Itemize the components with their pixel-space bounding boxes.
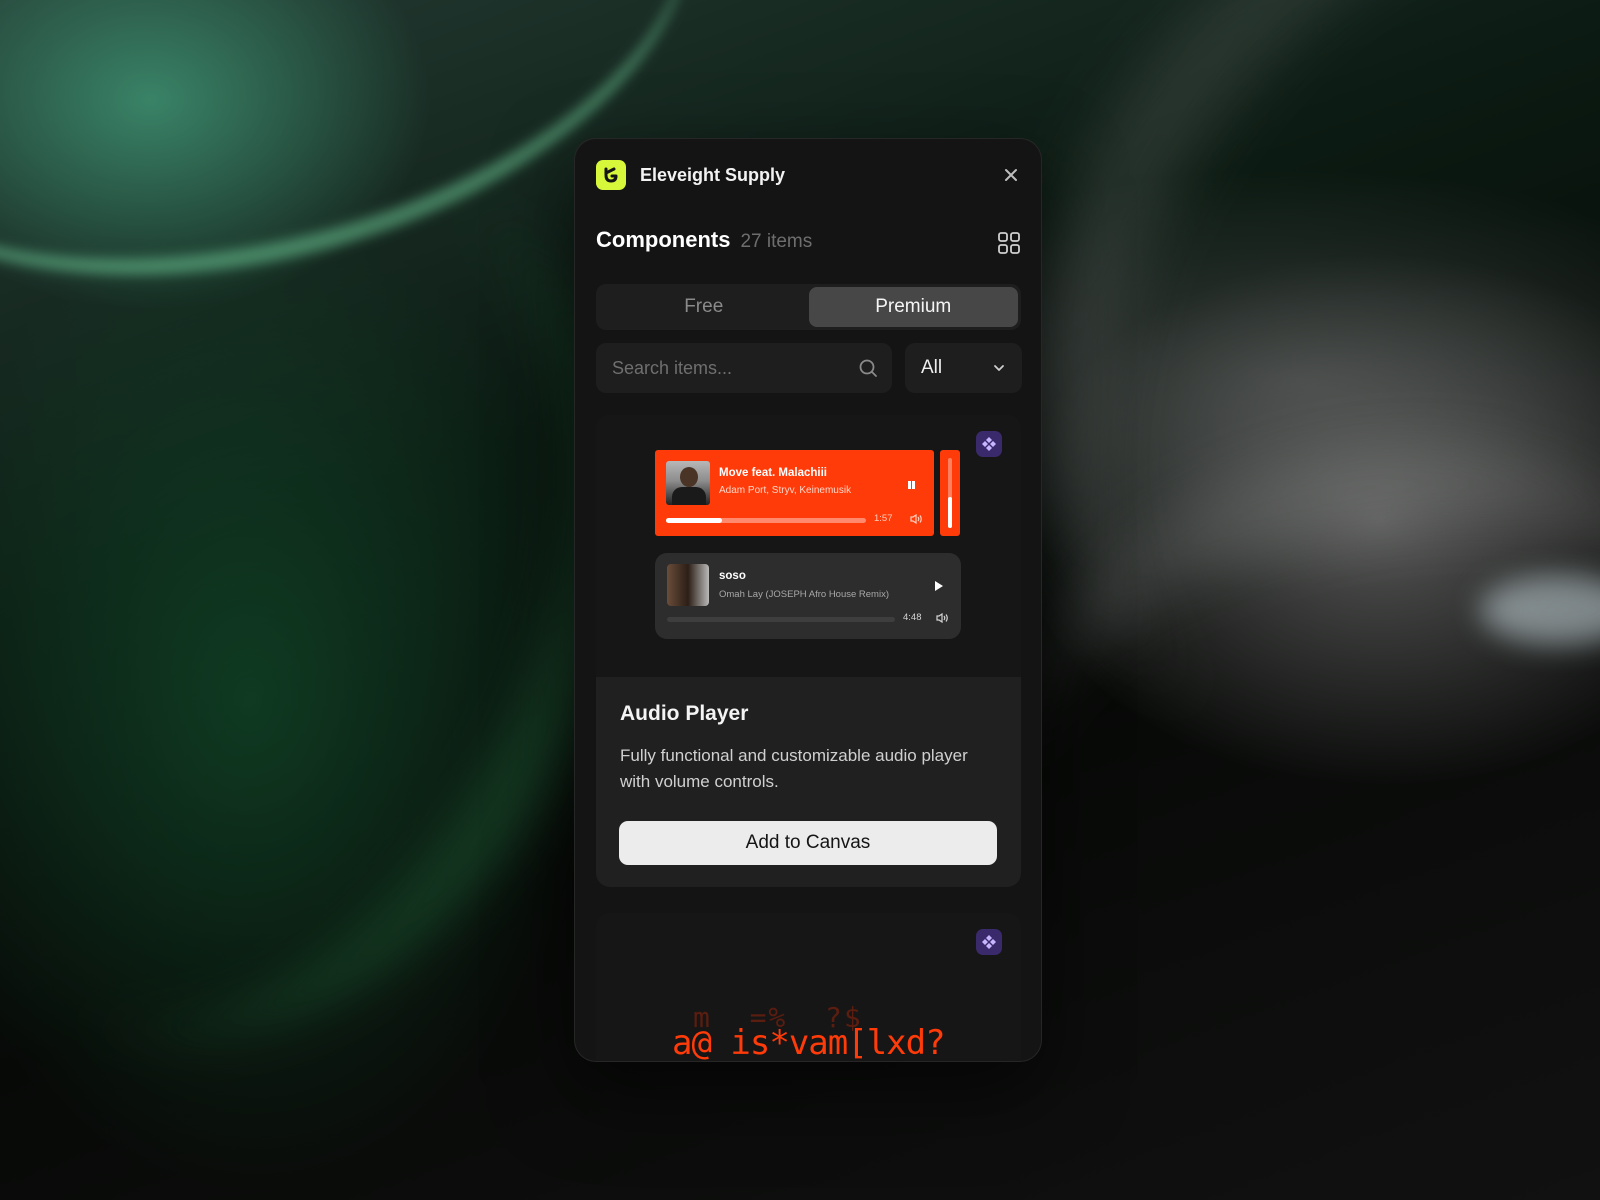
close-icon [1005,169,1017,181]
track-time: 1:57 [874,513,893,524]
track-time: 4:48 [903,612,922,623]
component-description: Fully functional and customizable audio … [620,746,968,791]
search-input[interactable] [612,357,858,379]
figma-component-icon [982,437,996,451]
filter-selected-value: All [921,357,943,378]
app-title: Eleveight Supply [640,164,786,185]
search-icon [859,359,877,377]
tab-free[interactable]: Free [599,287,809,327]
progress-bar[interactable] [667,617,895,622]
track-title: soso [719,570,746,582]
chevron-down-icon [994,365,1004,371]
pause-icon[interactable] [905,478,917,492]
audio-player-idle: soso Omah Lay (JOSEPH Afro House Remix) … [655,553,961,639]
component-title: Audio Player [620,702,749,725]
figma-badge-button[interactable] [976,431,1002,457]
section-header: Components 27 items [596,227,1021,263]
glyph-preview: a@ is*vam[lxd? [672,1023,946,1062]
add-to-canvas-button[interactable]: Add to Canvas [619,821,997,865]
track-artist: Omah Lay (JOSEPH Afro House Remix) [719,589,889,600]
search-box [596,343,892,393]
section-title: Components [596,227,731,252]
item-count: 27 items [740,231,813,252]
component-card-text-effect[interactable]: m =% ?$ a@ is*vam[lxd? [596,913,1021,1062]
volume-icon[interactable] [935,612,949,624]
audio-player-active: Move feat. Malachiii Adam Port, Stryv, K… [655,450,934,536]
volume-fill [948,496,952,528]
progress-fill [666,518,722,523]
play-icon[interactable] [935,581,943,591]
progress-bar[interactable] [666,518,866,523]
app-logo-icon [596,160,626,190]
album-art [667,564,709,606]
category-filter-dropdown[interactable]: All [905,343,1022,393]
volume-icon[interactable] [909,513,923,525]
volume-slider[interactable] [940,450,960,536]
tier-tabs: Free Premium [596,284,1021,330]
grid-view-button[interactable] [997,231,1021,255]
track-title: Move feat. Malachiii [719,467,828,479]
title-bar: Eleveight Supply [596,159,1021,191]
album-art [666,461,710,505]
component-preview: Move feat. Malachiii Adam Port, Stryv, K… [596,415,1021,677]
volume-track [948,458,952,528]
component-card-audio-player[interactable]: Move feat. Malachiii Adam Port, Stryv, K… [596,415,1021,887]
tab-premium[interactable]: Premium [808,287,1018,327]
figma-component-icon [982,935,996,949]
close-button[interactable] [1001,165,1021,185]
plugin-panel: Eleveight Supply Components 27 items Fre… [574,138,1042,1062]
figma-badge-button[interactable] [976,929,1002,955]
grid-icon [998,232,1020,254]
track-artist: Adam Port, Stryv, Keinemusik [719,485,852,496]
